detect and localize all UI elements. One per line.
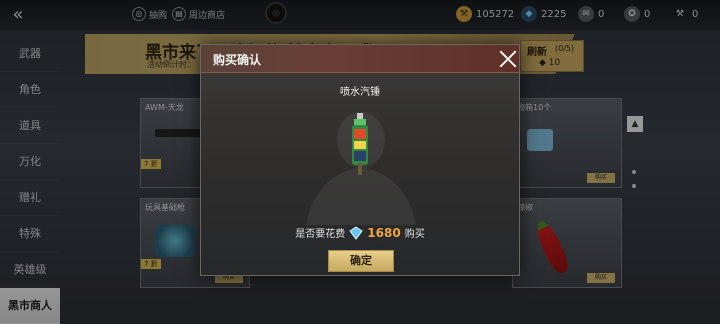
diamond-icon (349, 225, 364, 240)
cost-amount: 1680 (367, 225, 401, 240)
dialog-title: 购买确认 (213, 53, 262, 67)
item-name: 喷水汽锤 (340, 87, 380, 98)
water-hammer-icon (352, 113, 368, 175)
confirm-button[interactable]: 确定 (328, 250, 394, 272)
cost-prompt: 是否要花费 1680 购买 (295, 225, 425, 241)
purchase-confirm-dialog: 购买确认 喷水汽锤 是否要花费 1680 购买 确定 (200, 44, 520, 276)
close-icon[interactable] (497, 48, 519, 70)
dialog-header: 购买确认 (201, 45, 519, 73)
